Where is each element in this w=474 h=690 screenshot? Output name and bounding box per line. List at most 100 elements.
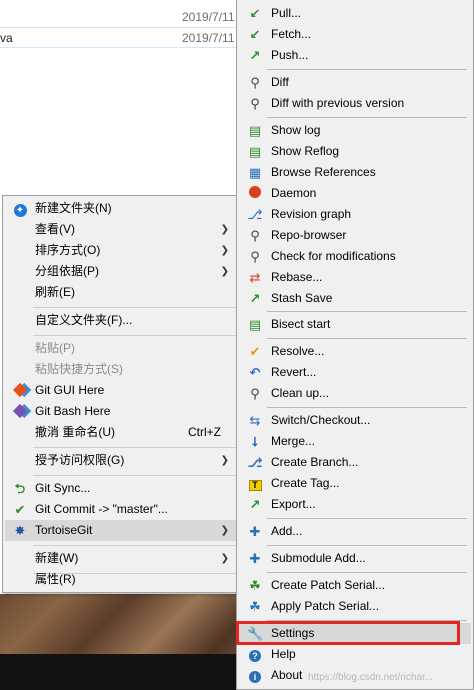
file-row-selected[interactable]: va 2019/7/11	[0, 27, 240, 48]
menu-item-repo-browser[interactable]: ⚲ Repo-browser	[239, 225, 471, 246]
branch-icon: ⎇	[247, 455, 263, 470]
menu-item-undo-rename[interactable]: 撤消 重命名(U) Ctrl+Z	[5, 422, 237, 443]
menu-item-view[interactable]: 查看(V) ❯	[5, 219, 237, 240]
menu-item-new[interactable]: 新建(W) ❯	[5, 548, 237, 569]
menu-item-show-log[interactable]: ▤ Show log	[239, 120, 471, 141]
tag-icon: T	[247, 476, 263, 491]
menu-item-create-patch-serial[interactable]: ☘ Create Patch Serial...	[239, 575, 471, 596]
menu-item-git-gui-here[interactable]: Git GUI Here	[5, 380, 237, 401]
menu-item-push[interactable]: ↗ Push...	[239, 45, 471, 66]
menu-item-git-sync[interactable]: ⮌ Git Sync...	[5, 478, 237, 499]
menu-item-paste[interactable]: 粘贴(P)	[5, 338, 237, 359]
stash-icon: ↗	[249, 291, 261, 306]
menu-item-show-reflog[interactable]: ▤ Show Reflog	[239, 141, 471, 162]
menu-item-create-tag[interactable]: T Create Tag...	[239, 473, 471, 494]
menu-item-diff-previous[interactable]: ⚲ Diff with previous version	[239, 93, 471, 114]
apply-patch-icon: ☘	[249, 599, 261, 614]
menu-item-merge[interactable]: ⭣ Merge...	[239, 431, 471, 452]
menu-item-git-bash-here[interactable]: Git Bash Here	[5, 401, 237, 422]
menu-item-new-folder[interactable]: ✦ 新建文件夹(N)	[5, 198, 237, 219]
file-date: 2019/7/11	[182, 31, 235, 45]
menu-separator	[267, 338, 467, 339]
shortcut-label: Ctrl+Z	[188, 425, 221, 439]
rebase-icon: ⇄	[249, 270, 261, 285]
menu-separator	[267, 117, 467, 118]
menu-item-export[interactable]: ↗ Export...	[239, 494, 471, 515]
menu-item-help[interactable]: ? Help	[239, 644, 471, 665]
bisect-icon: ▤	[248, 317, 262, 332]
chevron-right-icon: ❯	[220, 224, 229, 235]
menu-item-diff[interactable]: ⚲ Diff	[239, 72, 471, 93]
menu-separator	[33, 447, 237, 448]
menu-separator	[33, 545, 237, 546]
chevron-right-icon: ❯	[220, 266, 229, 277]
merge-icon: ⭣	[251, 434, 259, 449]
menu-separator	[267, 407, 467, 408]
menu-item-git-commit[interactable]: ✔ Git Commit -> "master"...	[5, 499, 237, 520]
menu-item-stash-save[interactable]: ↗ Stash Save	[239, 288, 471, 309]
log-icon: ▤	[248, 123, 262, 138]
chevron-right-icon: ❯	[220, 525, 229, 536]
menu-item-properties[interactable]: 属性(R)	[5, 569, 237, 590]
menu-separator	[267, 518, 467, 519]
revert-icon: ↶	[249, 365, 261, 380]
chevron-right-icon: ❯	[220, 245, 229, 256]
settings-highlight-box	[236, 621, 460, 645]
menu-item-revert[interactable]: ↶ Revert...	[239, 362, 471, 383]
menu-item-add[interactable]: ✚ Add...	[239, 521, 471, 542]
menu-item-refresh[interactable]: 刷新(E)	[5, 282, 237, 303]
menu-item-create-branch[interactable]: ⎇ Create Branch...	[239, 452, 471, 473]
explorer-context-menu: ✦ 新建文件夹(N) 查看(V) ❯ 排序方式(O) ❯ 分组依据(P) ❯ 刷…	[2, 195, 240, 593]
push-arrow-icon: ↗	[249, 48, 261, 63]
git-gui-icon	[12, 382, 28, 398]
fetch-arrow-icon: ↙	[249, 27, 261, 42]
menu-item-paste-shortcut[interactable]: 粘贴快捷方式(S)	[5, 359, 237, 380]
clean-up-icon: ⚲	[250, 386, 260, 401]
switch-icon: ⇆	[249, 413, 261, 428]
menu-item-grant-access[interactable]: 授予访问权限(G) ❯	[5, 450, 237, 471]
file-row[interactable]: 2019/7/11	[0, 7, 240, 28]
menu-separator	[33, 307, 237, 308]
check-modifications-icon: ⚲	[250, 249, 260, 264]
tortoisegit-icon: ✸	[14, 523, 26, 538]
git-bash-icon	[12, 403, 28, 419]
menu-item-bisect-start[interactable]: ▤ Bisect start	[239, 314, 471, 335]
menu-item-customize-folder[interactable]: 自定义文件夹(F)...	[5, 310, 237, 331]
magnifier-icon: ⚲	[250, 75, 260, 90]
magnifier-icon: ⚲	[250, 96, 260, 111]
menu-item-switch-checkout[interactable]: ⇆ Switch/Checkout...	[239, 410, 471, 431]
file-date: 2019/7/11	[182, 10, 235, 24]
repo-browser-icon: ⚲	[250, 228, 260, 243]
menu-item-resolve[interactable]: ✔ Resolve...	[239, 341, 471, 362]
menu-item-apply-patch-serial[interactable]: ☘ Apply Patch Serial...	[239, 596, 471, 617]
menu-item-group-by[interactable]: 分组依据(P) ❯	[5, 261, 237, 282]
menu-separator	[267, 572, 467, 573]
help-icon: ?	[247, 647, 263, 662]
menu-item-tortoisegit[interactable]: ✸ TortoiseGit ❯	[5, 520, 237, 541]
about-icon: i	[247, 668, 263, 683]
menu-item-daemon[interactable]: Daemon	[239, 183, 471, 204]
new-folder-icon: ✦	[12, 201, 28, 217]
menu-separator	[33, 335, 237, 336]
menu-item-fetch[interactable]: ↙ Fetch...	[239, 24, 471, 45]
menu-item-pull[interactable]: ↙ Pull...	[239, 3, 471, 24]
menu-item-submodule-add[interactable]: ✚ Submodule Add...	[239, 548, 471, 569]
pull-arrow-icon: ↙	[249, 6, 261, 21]
reflog-icon: ▤	[248, 144, 262, 159]
submodule-add-icon: ✚	[249, 551, 261, 566]
menu-item-clean-up[interactable]: ⚲ Clean up...	[239, 383, 471, 404]
references-icon: ▦	[248, 165, 262, 180]
menu-item-rebase[interactable]: ⇄ Rebase...	[239, 267, 471, 288]
daemon-icon	[247, 186, 263, 201]
patch-icon: ☘	[249, 578, 261, 593]
menu-item-revision-graph[interactable]: ⎇ Revision graph	[239, 204, 471, 225]
menu-item-sort-by[interactable]: 排序方式(O) ❯	[5, 240, 237, 261]
tortoisegit-submenu: ↙ Pull... ↙ Fetch... ↗ Push... ⚲ Diff ⚲ …	[236, 0, 474, 690]
desktop-wallpaper-dark	[0, 654, 240, 690]
menu-separator	[267, 69, 467, 70]
menu-item-check-modifications[interactable]: ⚲ Check for modifications	[239, 246, 471, 267]
menu-item-browse-references[interactable]: ▦ Browse References	[239, 162, 471, 183]
revision-graph-icon: ⎇	[247, 207, 263, 222]
resolve-icon: ✔	[249, 344, 261, 359]
export-icon: ↗	[249, 497, 261, 512]
